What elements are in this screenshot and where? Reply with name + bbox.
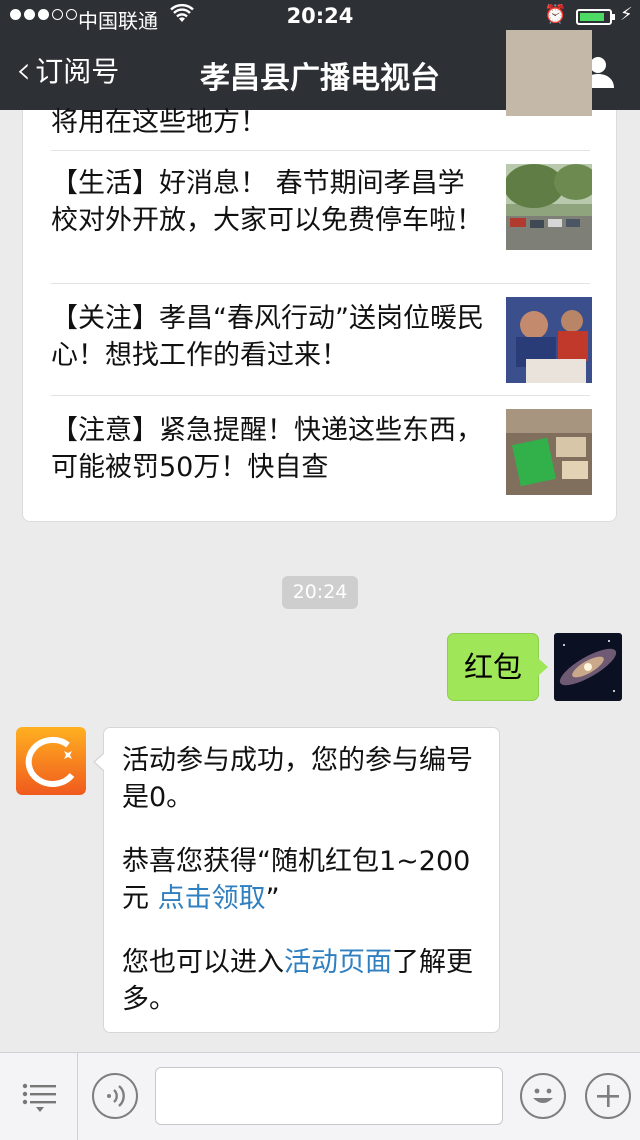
menu-list-icon	[22, 1083, 56, 1112]
article-title: 【注意】紧急提醒！快递这些东西，可能被罚50万！快自查	[51, 415, 483, 483]
reply-paragraph: 恭喜您获得“随机红包1~200元 点击领取”	[122, 843, 481, 917]
reply-paragraph: 活动参与成功，您的参与编号是0。	[122, 742, 481, 816]
charging-icon: ⚡	[620, 4, 633, 25]
article-card: 将用在这些地方！ 【生活】好消息！ 春节期间孝昌学校对外开放，大家可以免费停车啦…	[22, 30, 618, 522]
received-message-bubble: 活动参与成功，您的参与编号是0。 恭喜您获得“随机红包1~200元 点击领取” …	[93, 727, 500, 1033]
article-item[interactable]: 将用在这些地方！	[23, 30, 618, 150]
voice-button[interactable]	[92, 1073, 138, 1119]
battery-icon	[576, 9, 612, 25]
emoji-icon	[533, 1088, 553, 1103]
menu-toggle-button[interactable]	[0, 1053, 78, 1140]
article-thumbnail	[506, 409, 592, 495]
message-input[interactable]	[155, 1067, 503, 1125]
article-item[interactable]: 【注意】紧急提醒！快递这些东西，可能被罚50万！快自查	[23, 396, 618, 522]
reply-text: ”	[265, 883, 280, 914]
alarm-icon: ⏰	[544, 4, 567, 25]
voice-icon	[107, 1085, 125, 1107]
chat-timestamp: 20:24	[282, 576, 358, 609]
emoji-button[interactable]	[520, 1073, 566, 1119]
plus-icon	[597, 1085, 619, 1107]
sent-message-bubble[interactable]: 红包	[447, 633, 548, 701]
reply-paragraph: 您也可以进入活动页面了解更多。	[122, 944, 481, 1018]
my-avatar[interactable]	[554, 633, 622, 701]
article-thumbnail	[506, 297, 592, 383]
official-account-avatar[interactable]	[16, 727, 86, 795]
battery-tip	[612, 14, 615, 20]
more-actions-button[interactable]	[585, 1073, 631, 1119]
claim-red-packet-link[interactable]: 点击领取	[158, 883, 266, 914]
article-title: 将用在这些地方！	[51, 107, 267, 138]
article-item[interactable]: 【关注】孝昌“春风行动”送岗位暖民心！想找工作的看过来！	[23, 284, 618, 396]
article-title: 【生活】好消息！ 春节期间孝昌学校对外开放，大家可以免费停车啦！	[51, 168, 483, 236]
reply-text: 活动参与成功，您的参与编号是0。	[122, 745, 473, 813]
input-toolbar	[0, 1052, 640, 1140]
article-title: 【关注】孝昌“春风行动”送岗位暖民心！想找工作的看过来！	[51, 303, 484, 371]
reply-text: 您也可以进入	[122, 947, 284, 978]
article-thumbnail	[506, 164, 592, 250]
article-item[interactable]: 【生活】好消息！ 春节期间孝昌学校对外开放，大家可以免费停车啦！	[23, 151, 618, 284]
article-thumbnail	[506, 30, 592, 116]
activity-page-link[interactable]: 活动页面	[284, 947, 392, 978]
